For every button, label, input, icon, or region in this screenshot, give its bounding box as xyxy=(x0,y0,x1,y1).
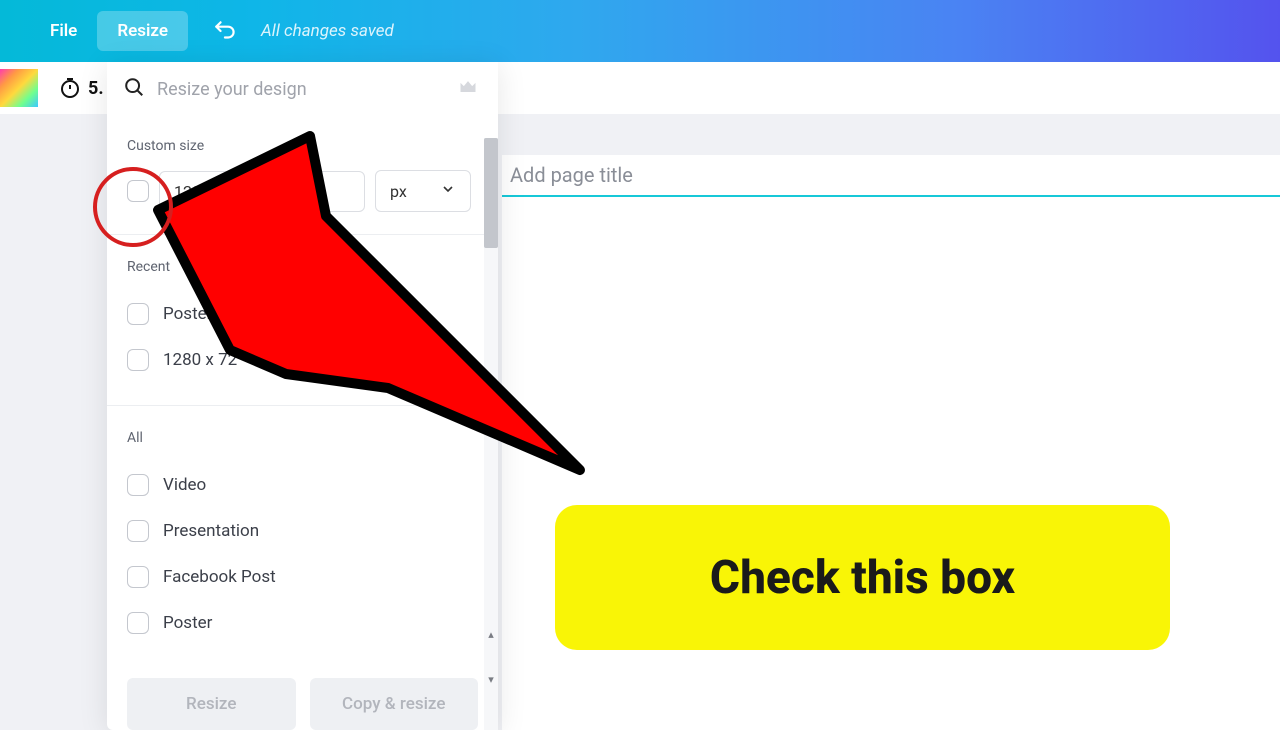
scroll-up-arrow[interactable]: ▴ xyxy=(484,628,498,641)
all-item-label: Video xyxy=(163,475,206,495)
height-input[interactable] xyxy=(291,171,365,212)
resize-panel: Custom size px Recent Poster 1280 x 72 xyxy=(107,62,498,730)
list-item[interactable]: Facebook Post xyxy=(127,554,478,600)
all-checkbox[interactable] xyxy=(127,566,149,588)
unit-value: px xyxy=(390,182,407,201)
scrollbar-bottom[interactable]: ▴ ▾ xyxy=(484,628,498,688)
file-menu[interactable]: File xyxy=(30,11,97,51)
recent-label: Recent xyxy=(127,259,478,275)
scroll-down-arrow[interactable]: ▾ xyxy=(484,673,498,686)
list-item[interactable]: Poster xyxy=(127,600,478,646)
all-checkbox[interactable] xyxy=(127,474,149,496)
all-checkbox[interactable] xyxy=(127,520,149,542)
resize-search-input[interactable] xyxy=(157,79,446,100)
recent-checkbox[interactable] xyxy=(127,303,149,325)
all-item-label: Facebook Post xyxy=(163,567,276,587)
callout-text: Check this box xyxy=(710,551,1015,605)
chevron-down-icon xyxy=(440,181,456,201)
all-item-label: Poster xyxy=(163,613,212,633)
all-checkbox[interactable] xyxy=(127,612,149,634)
save-status: All changes saved xyxy=(261,21,394,41)
resize-button[interactable]: Resize xyxy=(127,678,296,730)
recent-item-label: Poster xyxy=(163,304,212,324)
list-item[interactable]: Presentation xyxy=(127,508,478,554)
list-item[interactable]: Video xyxy=(127,462,478,508)
top-bar: File Resize All changes saved xyxy=(0,0,1280,62)
width-input[interactable] xyxy=(159,171,233,212)
all-item-label: Presentation xyxy=(163,521,259,541)
undo-icon[interactable] xyxy=(213,18,239,44)
unit-select[interactable]: px xyxy=(375,170,471,212)
recent-item-label: 1280 x 72 xyxy=(163,350,237,370)
recent-checkbox[interactable] xyxy=(127,349,149,371)
annotation-callout: Check this box xyxy=(555,505,1170,650)
search-icon xyxy=(123,76,145,102)
copy-resize-button[interactable]: Copy & resize xyxy=(310,678,479,730)
list-item[interactable]: 1280 x 72 xyxy=(127,337,478,383)
duration-value: 5. xyxy=(88,78,104,99)
crown-icon xyxy=(458,77,478,101)
all-label: All xyxy=(127,430,478,446)
duration-control[interactable]: 5. xyxy=(58,76,104,100)
aspect-lock-button[interactable] xyxy=(243,170,281,212)
scrollbar-thumb[interactable] xyxy=(484,138,498,248)
custom-size-label: Custom size xyxy=(127,138,478,154)
resize-menu[interactable]: Resize xyxy=(97,11,188,51)
page-title-input[interactable] xyxy=(502,155,1280,197)
custom-size-checkbox[interactable] xyxy=(127,180,149,202)
color-picker-swatch[interactable] xyxy=(0,69,38,107)
list-item[interactable]: Poster xyxy=(127,291,478,337)
